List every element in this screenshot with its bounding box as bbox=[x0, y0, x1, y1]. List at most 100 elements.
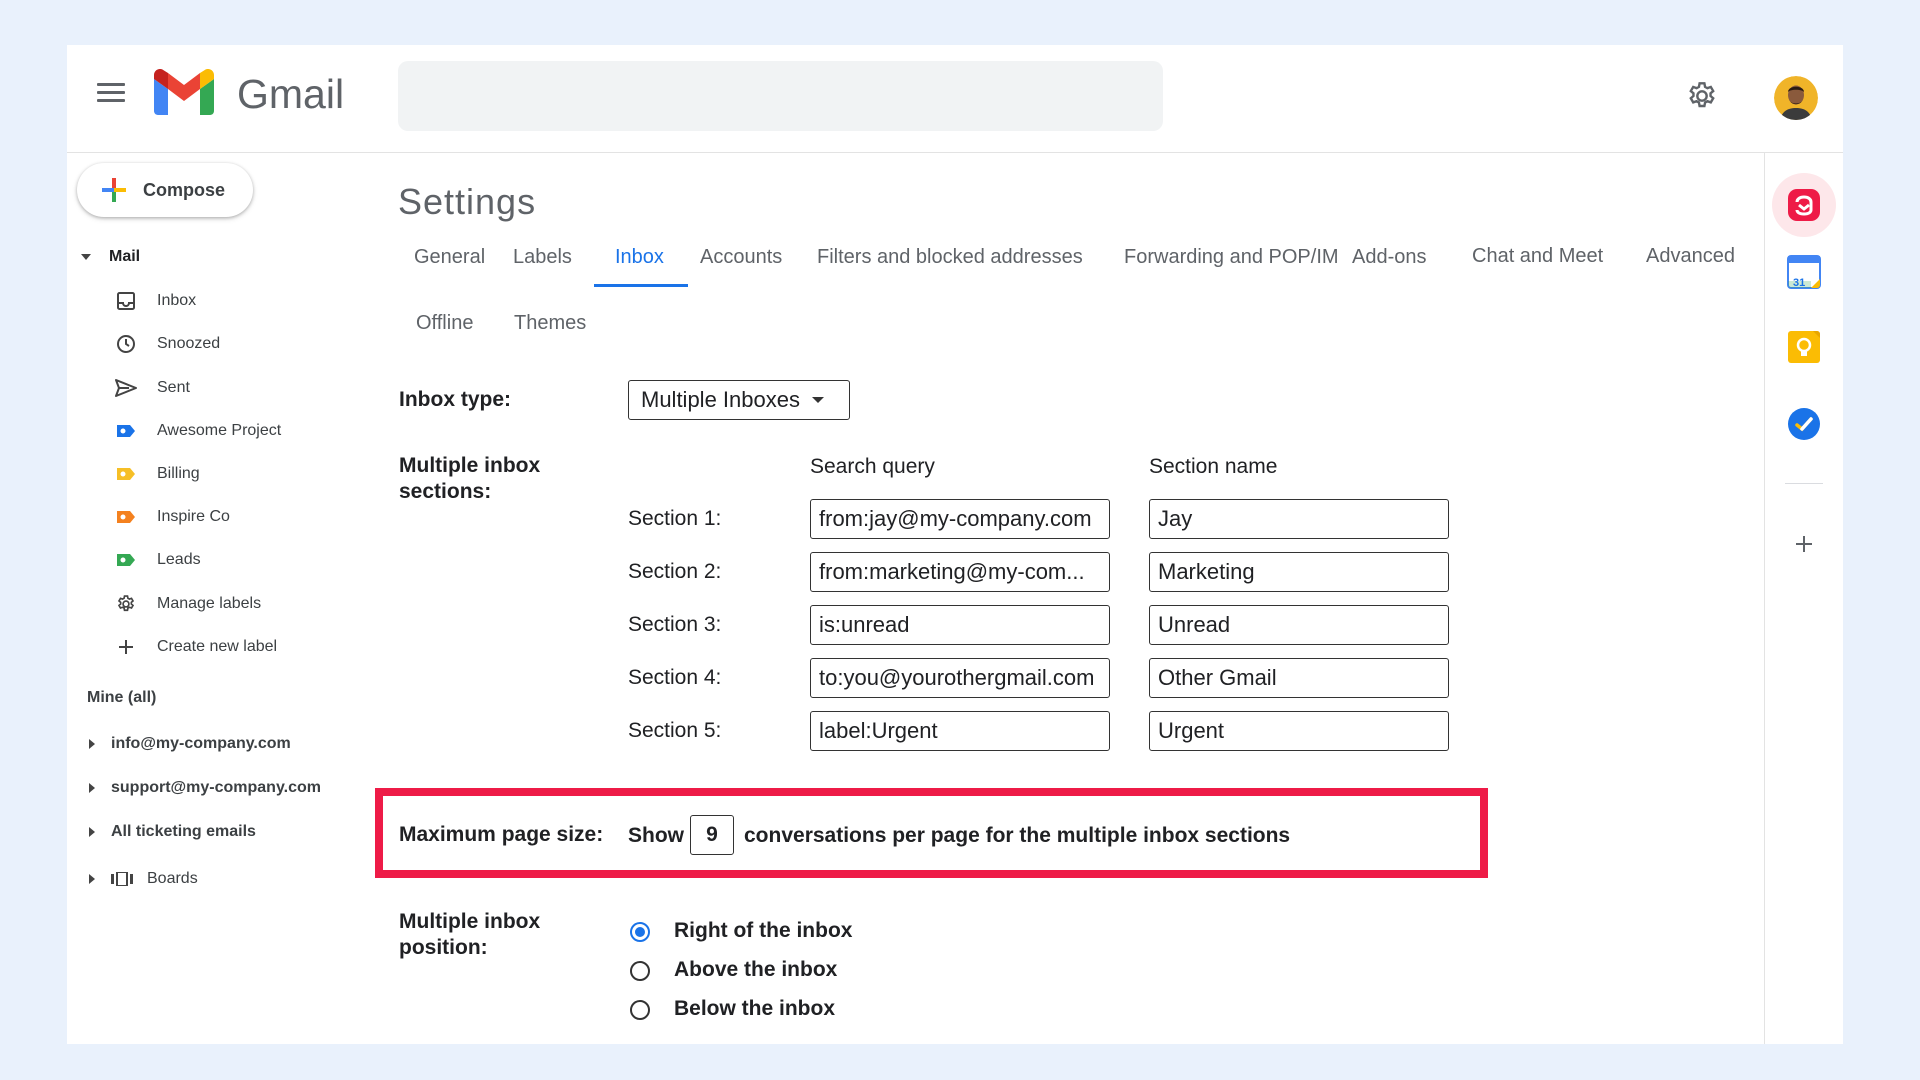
tab-addons[interactable]: Add-ons bbox=[1352, 246, 1427, 269]
sidebar-item-label: Create new label bbox=[157, 638, 278, 655]
sidebar-item-awesome-project[interactable]: Awesome Project bbox=[115, 416, 281, 446]
mail-section-label: Mail bbox=[109, 248, 141, 265]
clock-icon bbox=[115, 333, 137, 355]
sidebar-item-label: Leads bbox=[157, 551, 201, 568]
tab-chat-meet[interactable]: Chat and Meet bbox=[1472, 245, 1603, 268]
section-1-query-input[interactable]: from:jay@my-company.com bbox=[810, 499, 1110, 539]
page-size-suffix-text: conversations per page for the multiple … bbox=[744, 824, 1291, 847]
hiver-icon[interactable] bbox=[1772, 173, 1836, 237]
tab-advanced[interactable]: Advanced bbox=[1646, 245, 1735, 268]
tab-themes[interactable]: Themes bbox=[514, 312, 586, 335]
tab-inbox[interactable]: Inbox bbox=[615, 246, 664, 269]
account-label: info@my-company.com bbox=[111, 735, 291, 752]
section-2-label: Section 2: bbox=[628, 560, 722, 583]
multiple-inbox-sections-label: Multiple inbox sections: bbox=[399, 454, 541, 503]
search-query-column-header: Search query bbox=[810, 455, 935, 478]
top-bar: Gmail bbox=[67, 45, 1843, 153]
label-icon bbox=[115, 506, 137, 528]
sidebar-item-label: Billing bbox=[157, 465, 200, 482]
gmail-logo-icon bbox=[154, 69, 214, 115]
section-1-name-input[interactable]: Jay bbox=[1149, 499, 1449, 539]
section-2-name-input[interactable]: Marketing bbox=[1149, 552, 1449, 592]
position-below-label[interactable]: Below the inbox bbox=[674, 997, 835, 1021]
caret-right-icon bbox=[89, 827, 95, 837]
position-right-label[interactable]: Right of the inbox bbox=[674, 919, 852, 943]
account-info[interactable]: info@my-company.com bbox=[89, 732, 291, 756]
tab-labels[interactable]: Labels bbox=[513, 246, 572, 269]
position-above-radio[interactable] bbox=[630, 961, 650, 981]
mail-section-toggle[interactable]: Mail bbox=[81, 248, 140, 266]
page-size-input[interactable]: 9 bbox=[690, 815, 734, 855]
tab-forwarding[interactable]: Forwarding and POP/IM bbox=[1124, 246, 1346, 269]
side-panel-rail: 31 bbox=[1764, 153, 1843, 1044]
section-3-query-input[interactable]: is:unread bbox=[810, 605, 1110, 645]
main-menu-icon[interactable] bbox=[97, 83, 125, 105]
sidebar-item-snoozed[interactable]: Snoozed bbox=[115, 329, 220, 359]
sidebar-item-label: Inbox bbox=[157, 292, 197, 309]
search-bar[interactable] bbox=[398, 61, 1163, 131]
inbox-icon bbox=[115, 290, 137, 312]
user-avatar[interactable] bbox=[1774, 76, 1818, 120]
label-icon bbox=[115, 549, 137, 571]
sidebar-item-label: Sent bbox=[157, 379, 190, 396]
section-3-label: Section 3: bbox=[628, 613, 722, 636]
tab-accounts[interactable]: Accounts bbox=[700, 246, 782, 269]
inbox-position-label: Multiple inbox position: bbox=[399, 910, 541, 959]
section-5-label: Section 5: bbox=[628, 719, 722, 742]
active-tab-indicator bbox=[594, 284, 688, 287]
inbox-type-select[interactable]: Multiple Inboxes bbox=[628, 380, 850, 420]
sidebar-item-inspire-co[interactable]: Inspire Co bbox=[115, 502, 230, 532]
boards-icon bbox=[111, 872, 133, 886]
account-all-ticketing[interactable]: All ticketing emails bbox=[89, 820, 256, 844]
keep-icon[interactable] bbox=[1782, 325, 1826, 369]
calendar-day-number: 31 bbox=[1793, 277, 1806, 289]
boards-item[interactable]: Boards bbox=[89, 867, 198, 891]
section-3-name-input[interactable]: Unread bbox=[1149, 605, 1449, 645]
section-name-column-header: Section name bbox=[1149, 455, 1278, 478]
sidebar-item-leads[interactable]: Leads bbox=[115, 545, 201, 575]
tasks-icon[interactable] bbox=[1782, 402, 1826, 446]
max-page-size-label: Maximum page size: bbox=[399, 823, 604, 846]
section-4-query-input[interactable]: to:you@yourothergmail.com bbox=[810, 658, 1110, 698]
sidebar-item-manage-labels[interactable]: Manage labels bbox=[115, 589, 261, 619]
sidebar-item-label: Manage labels bbox=[157, 595, 262, 612]
position-above-label[interactable]: Above the inbox bbox=[674, 958, 837, 982]
caret-down-icon bbox=[81, 254, 91, 260]
settings-gear-icon[interactable] bbox=[1686, 80, 1718, 112]
page-title: Settings bbox=[398, 181, 537, 222]
sidebar-item-label: Snoozed bbox=[157, 335, 221, 352]
label-icon bbox=[115, 463, 137, 485]
tab-offline[interactable]: Offline bbox=[416, 312, 473, 335]
sidebar-item-inbox[interactable]: Inbox bbox=[115, 286, 196, 316]
account-support[interactable]: support@my-company.com bbox=[89, 776, 321, 800]
gmail-window: Gmail Compose Mail Inbox Snoozed Sent Aw… bbox=[67, 45, 1843, 1044]
sidebar-item-label: Awesome Project bbox=[157, 422, 282, 439]
section-2-query-input[interactable]: from:marketing@my-com... bbox=[810, 552, 1110, 592]
section-5-query-input[interactable]: label:Urgent bbox=[810, 711, 1110, 751]
position-right-radio[interactable] bbox=[630, 922, 650, 942]
plus-icon bbox=[102, 178, 126, 202]
dropdown-caret-icon bbox=[811, 397, 824, 403]
section-4-name-input[interactable]: Other Gmail bbox=[1149, 658, 1449, 698]
section-1-label: Section 1: bbox=[628, 507, 722, 530]
caret-right-icon bbox=[89, 783, 95, 793]
add-app-plus-icon[interactable] bbox=[1782, 522, 1826, 566]
compose-button[interactable]: Compose bbox=[77, 163, 253, 217]
sidebar-item-billing[interactable]: Billing bbox=[115, 459, 200, 489]
sidebar-item-sent[interactable]: Sent bbox=[115, 373, 190, 403]
section-5-name-input[interactable]: Urgent bbox=[1149, 711, 1449, 751]
inbox-type-value: Multiple Inboxes bbox=[641, 387, 800, 412]
caret-right-icon bbox=[89, 739, 95, 749]
tab-filters[interactable]: Filters and blocked addresses bbox=[817, 246, 1083, 269]
account-label: All ticketing emails bbox=[111, 823, 256, 840]
gmail-wordmark: Gmail bbox=[237, 71, 345, 117]
sidebar-item-label: Inspire Co bbox=[157, 508, 230, 525]
page-size-show-text: Show bbox=[628, 824, 684, 847]
sidebar-item-create-label[interactable]: Create new label bbox=[115, 632, 277, 662]
compose-label: Compose bbox=[143, 179, 226, 200]
position-below-radio[interactable] bbox=[630, 1000, 650, 1020]
tab-general[interactable]: General bbox=[414, 246, 485, 269]
section-4-label: Section 4: bbox=[628, 666, 722, 689]
account-label: support@my-company.com bbox=[111, 779, 321, 796]
label-icon bbox=[115, 420, 137, 442]
